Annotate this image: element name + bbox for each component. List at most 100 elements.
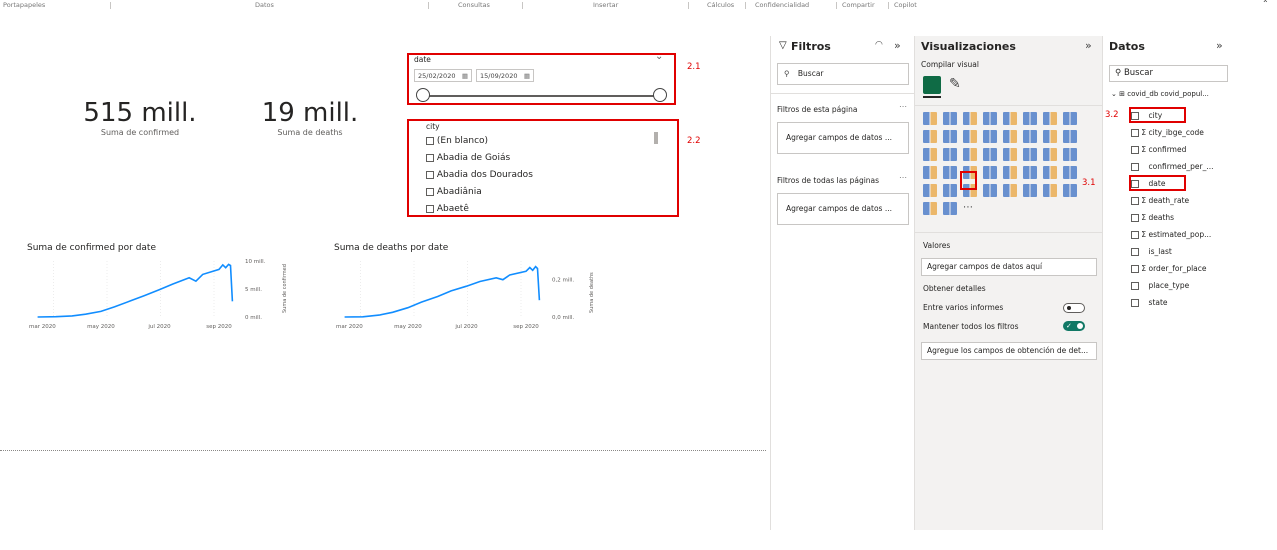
visual-type-icon[interactable] [1023,148,1037,161]
visual-type-icon[interactable] [943,112,957,125]
more-options-icon[interactable]: ⋯ [899,173,907,182]
visual-type-icon[interactable] [1043,166,1057,179]
date-range-end-handle[interactable] [653,88,667,102]
card-deaths[interactable]: 19 mill. Suma de deaths [230,98,390,137]
field-item-death_rate[interactable]: Σ death_rate [1131,192,1231,209]
visual-type-icon[interactable] [1023,130,1037,143]
list-item[interactable]: (En blanco) [426,133,626,150]
checkbox[interactable] [1131,282,1139,290]
visual-type-icon[interactable] [1023,184,1037,197]
checkbox[interactable] [1131,163,1139,171]
field-item-order_for_place[interactable]: Σ order_for_place [1131,260,1231,277]
visual-type-icon[interactable] [923,130,937,143]
visual-type-icon[interactable] [1063,112,1077,125]
filters-search-input[interactable]: ⚲ Buscar [777,63,909,85]
series-line[interactable] [344,265,541,318]
visual-type-icon[interactable] [943,184,957,197]
field-item-deaths[interactable]: Σ deaths [1131,209,1231,226]
list-item[interactable]: Abaetê [426,201,626,218]
more-visuals-icon[interactable]: ⋯ [963,202,977,215]
visual-type-icon[interactable] [923,184,937,197]
checkbox[interactable] [426,187,434,196]
all-pages-filters-drop-zone[interactable]: Agregar campos de datos ... [777,193,909,225]
checkbox[interactable] [426,204,434,213]
visual-type-icon[interactable] [1063,130,1077,143]
visual-type-icon[interactable] [1023,166,1037,179]
drill-through-drop-zone[interactable]: Agregue los campos de obtención de det..… [921,342,1097,360]
field-item-confirmed[interactable]: Σ confirmed [1131,141,1231,158]
visual-type-icon[interactable] [1063,184,1077,197]
visual-type-icon[interactable] [1003,130,1017,143]
visual-type-icon[interactable] [1063,148,1077,161]
date-range-track[interactable] [423,95,661,97]
checkbox[interactable] [426,136,434,145]
series-line[interactable] [37,263,234,318]
checkbox[interactable] [1131,231,1139,239]
chart-confirmed[interactable]: 0 mill. 5 mill. 10 mill. Suma de confirmed m… [20,255,295,335]
collapse-pane-icon[interactable]: » [1216,39,1223,52]
visual-type-icon[interactable] [943,130,957,143]
list-item[interactable]: Abadiânia [426,184,626,201]
ribbon-collapse-icon[interactable]: ⌃ [1262,0,1269,8]
calendar-icon[interactable]: ▦ [462,70,468,83]
visual-type-icon[interactable] [923,202,937,215]
chevron-down-icon[interactable]: ⌄ [1111,90,1117,98]
visual-type-icon[interactable] [1043,184,1057,197]
visual-type-icon[interactable] [923,148,937,161]
list-item[interactable]: Abadia dos Dourados [426,167,626,184]
visual-type-icon[interactable] [943,148,957,161]
page-filters-drop-zone[interactable]: Agregar campos de datos ... [777,122,909,154]
visual-type-icon[interactable] [1043,130,1057,143]
field-item-estimated_pop[interactable]: Σ estimated_pop... [1131,226,1231,243]
visual-type-icon[interactable] [1003,112,1017,125]
cross-report-toggle[interactable] [1063,303,1085,313]
visual-type-icon[interactable] [1003,148,1017,161]
visual-type-icon[interactable] [1003,184,1017,197]
visual-type-icon[interactable] [1023,112,1037,125]
checkbox[interactable] [1131,299,1139,307]
format-visual-tab-icon[interactable]: ✎ [949,76,961,92]
field-item-is_last[interactable]: is_last [1131,243,1231,260]
checkbox[interactable] [1131,197,1139,205]
checkbox[interactable] [1131,214,1139,222]
collapse-pane-icon[interactable]: » [894,39,901,52]
collapse-pane-icon[interactable]: » [1085,39,1092,52]
visual-type-icon[interactable] [923,166,937,179]
visual-type-icon[interactable] [943,166,957,179]
field-item-place_type[interactable]: place_type [1131,277,1231,294]
date-start-input[interactable]: 25/02/2020 ▦ [414,69,472,82]
data-search-input[interactable]: ⚲ Buscar [1109,65,1228,82]
date-end-input[interactable]: 15/09/2020 ▦ [476,69,534,82]
visual-type-icon[interactable] [963,130,977,143]
city-slicer-scrollbar[interactable] [654,132,658,144]
visual-type-icon[interactable] [983,166,997,179]
build-visual-tab-icon[interactable] [923,76,941,94]
date-range-start-handle[interactable] [416,88,430,102]
more-options-icon[interactable]: ⋯ [899,102,907,111]
visual-type-icon[interactable] [1003,166,1017,179]
visual-type-icon[interactable] [963,112,977,125]
checkbox[interactable] [1131,146,1139,154]
keep-filters-toggle[interactable]: ✓ [1063,321,1085,331]
field-item-city_ibge_code[interactable]: Σ city_ibge_code [1131,124,1231,141]
visual-type-icon[interactable] [943,202,957,215]
field-item-confirmed_per_[interactable]: confirmed_per_... [1131,158,1231,175]
checkbox[interactable] [426,153,434,162]
visual-type-icon[interactable] [983,148,997,161]
visual-type-icon[interactable] [983,184,997,197]
checkbox[interactable] [426,170,434,179]
calendar-icon[interactable]: ▦ [524,70,530,83]
visual-type-icon[interactable] [983,112,997,125]
visual-type-icon[interactable] [963,148,977,161]
field-item-state[interactable]: state [1131,294,1231,311]
checkbox[interactable] [1131,265,1139,273]
chart-deaths[interactable]: 0,0 mill. 0,2 mill. Suma de deaths mar 2020… [327,255,602,335]
chevron-down-icon[interactable]: ⌄ [655,51,663,62]
visual-type-icon[interactable] [1043,148,1057,161]
visual-type-icon[interactable] [923,112,937,125]
list-item[interactable]: Abadia de Goiás [426,150,626,167]
visual-type-icon[interactable] [983,130,997,143]
eye-icon[interactable]: ◠ [875,40,883,50]
visual-type-icon[interactable] [1063,166,1077,179]
table-node[interactable]: ⌄ ⊞ covid_db covid_popul... [1111,86,1209,103]
